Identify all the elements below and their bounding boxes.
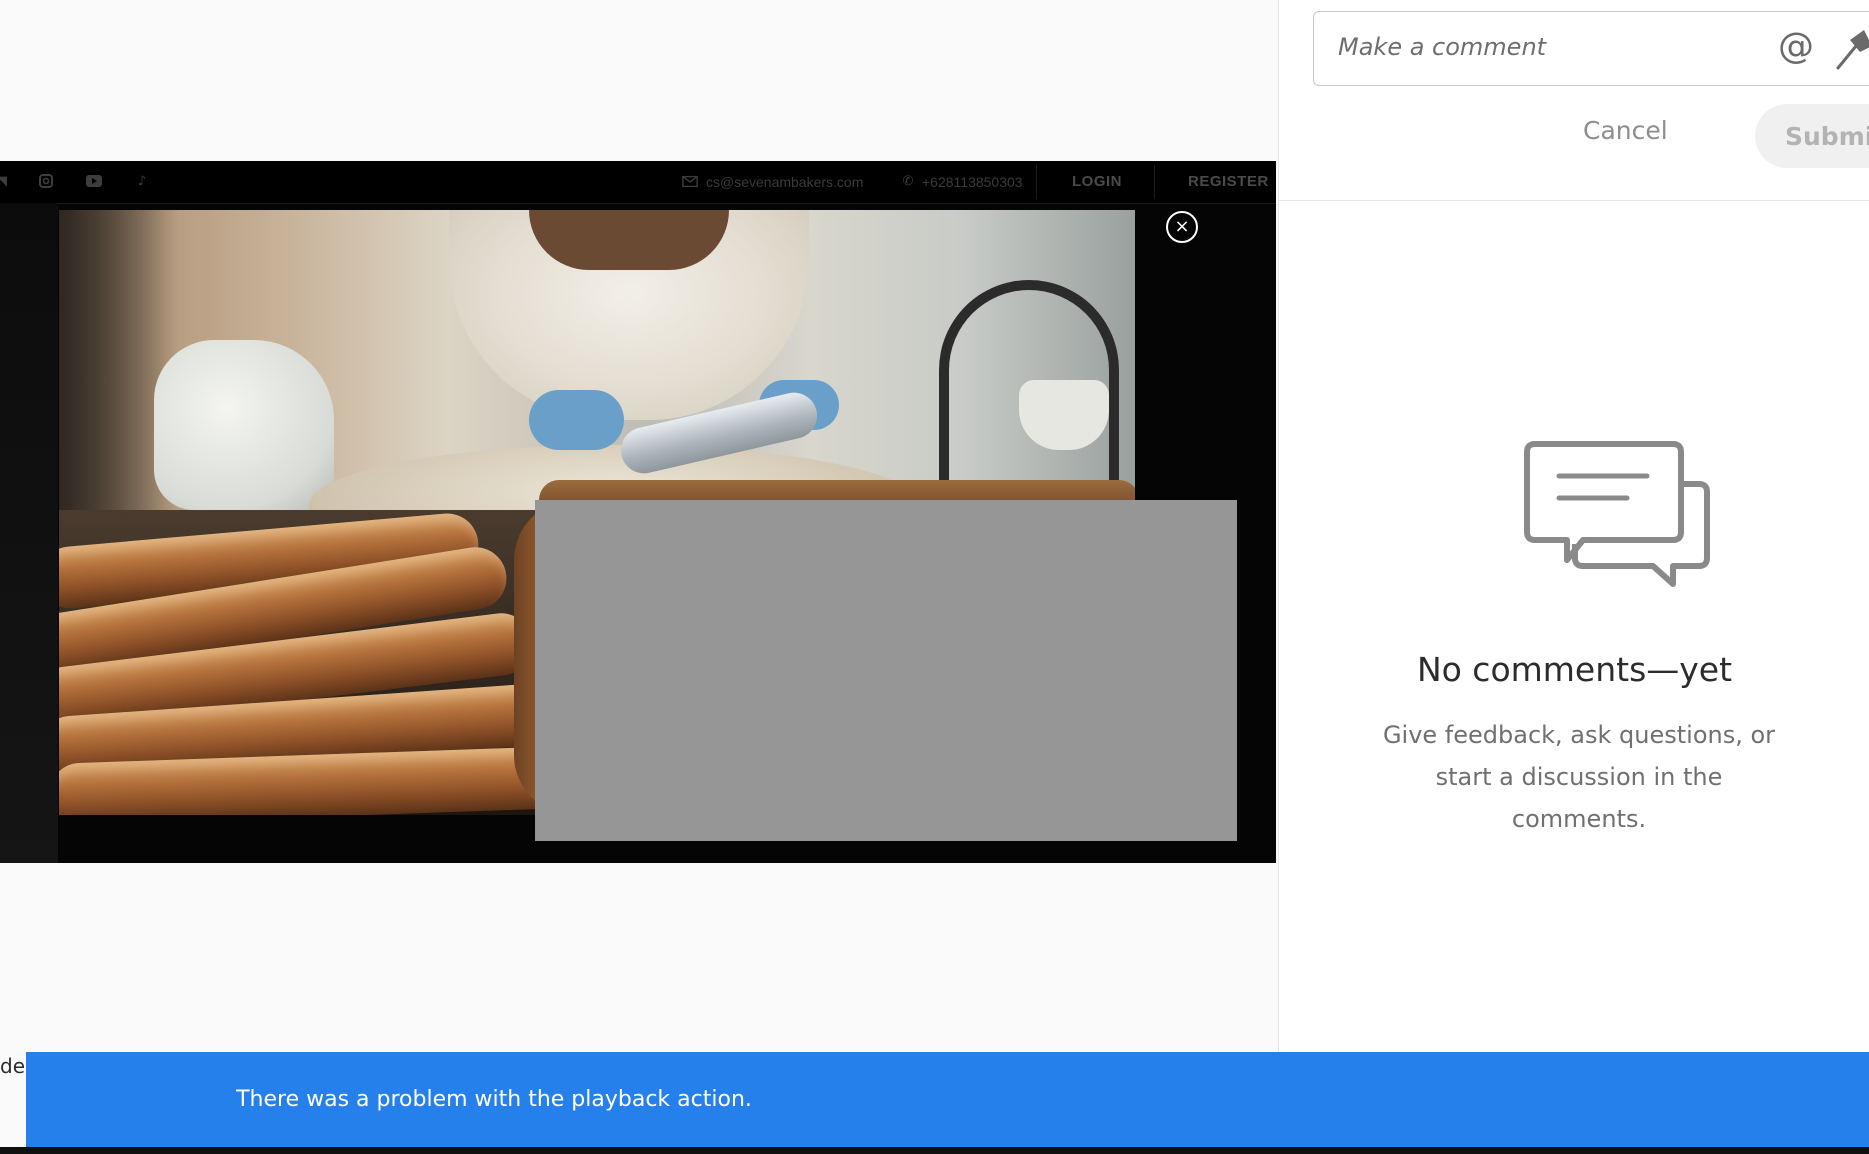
mail-icon [682, 173, 698, 189]
comments-panel: Make a comment @ Cancel Submit No commen… [1278, 0, 1869, 1154]
toast-message: There was a problem with the playback ac… [236, 1087, 752, 1112]
comment-input[interactable]: Make a comment @ [1313, 11, 1869, 86]
video-flour-bag [154, 340, 334, 510]
site-register-link[interactable]: REGISTER [1188, 173, 1269, 190]
cancel-button[interactable]: Cancel [1583, 116, 1668, 145]
site-phone[interactable]: +628113850303 [922, 174, 1023, 190]
video-baker-hair [529, 210, 729, 270]
mention-icon[interactable]: @ [1778, 26, 1814, 67]
site-login-link[interactable]: LOGIN [1072, 173, 1122, 190]
twitter-icon[interactable]: ◥ [0, 173, 10, 189]
close-video-button[interactable]: × [1166, 211, 1198, 243]
empty-state-description: Give feedback, ask questions, or start a… [1382, 721, 1776, 833]
site-top-bar: ◥ ♪ cs@sevenambakers.com ✆ +628113850303… [0, 161, 1276, 204]
youtube-icon[interactable] [86, 173, 102, 189]
comments-empty-icon [1524, 441, 1710, 587]
embed-side-shadow [0, 203, 58, 863]
submit-button[interactable]: Submit [1755, 104, 1869, 168]
bar-divider [1154, 165, 1155, 199]
gray-placeholder-box [535, 500, 1237, 841]
bar-divider [1036, 165, 1037, 199]
canvas-stage: ◥ ♪ cs@sevenambakers.com ✆ +628113850303… [0, 0, 1276, 1154]
video-glove [529, 390, 624, 450]
close-icon: × [1174, 216, 1190, 237]
tiktok-icon[interactable]: ♪ [134, 173, 150, 189]
error-toast[interactable]: There was a problem with the playback ac… [26, 1052, 1869, 1147]
pin-icon[interactable] [1834, 24, 1869, 72]
instagram-icon[interactable] [38, 173, 54, 189]
comment-placeholder: Make a comment [1338, 33, 1547, 61]
empty-state-title: No comments—yet [1416, 650, 1733, 689]
phone-icon: ✆ [902, 173, 914, 189]
bottom-edge [0, 1147, 1869, 1154]
site-email[interactable]: cs@sevenambakers.com [706, 174, 863, 190]
video-bowl [1019, 380, 1109, 450]
panel-divider [1279, 200, 1869, 201]
